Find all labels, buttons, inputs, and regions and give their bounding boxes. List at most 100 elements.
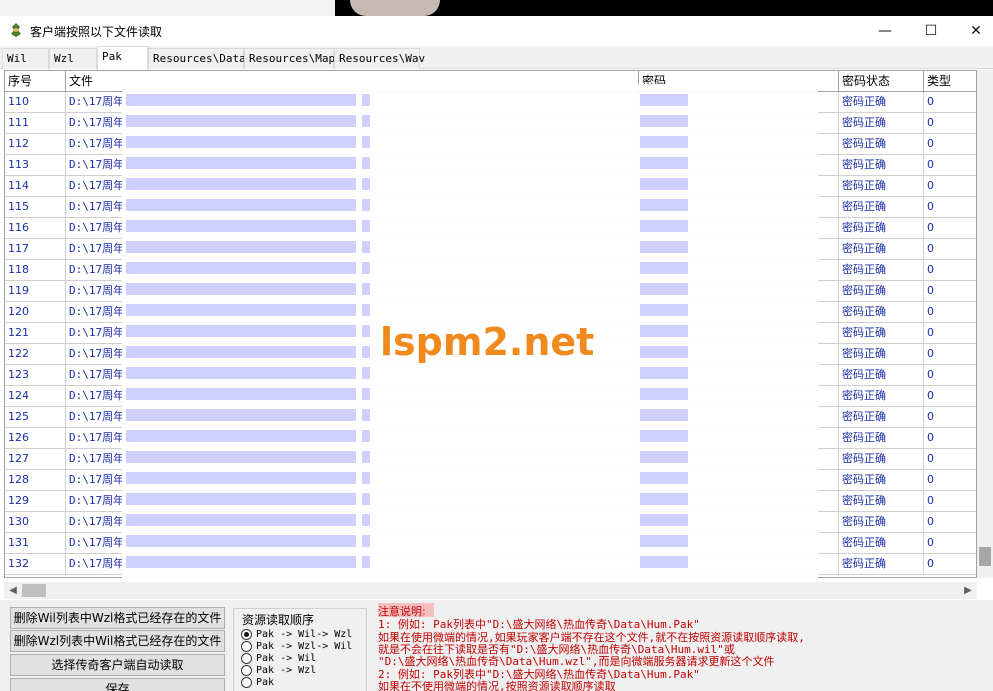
vertical-scroll-thumb[interactable] bbox=[979, 547, 991, 566]
row-password-status: 密码正确 bbox=[839, 155, 924, 175]
row-password-status: 密码正确 bbox=[839, 92, 924, 112]
radio-icon[interactable] bbox=[241, 652, 252, 664]
row-number: 123 bbox=[5, 365, 66, 385]
scroll-left-icon[interactable]: ◀ bbox=[5, 583, 21, 598]
row-number: 111 bbox=[5, 113, 66, 133]
redacted-block bbox=[126, 136, 356, 148]
row-type: 0 bbox=[924, 197, 976, 217]
redacted-block bbox=[362, 199, 370, 211]
redacted-block bbox=[640, 409, 688, 421]
row-number: 110 bbox=[5, 92, 66, 112]
delete-wil-duplicates-button[interactable]: 删除Wil列表中Wzl格式已经存在的文件 bbox=[10, 607, 225, 629]
maximize-button[interactable]: ☐ bbox=[908, 16, 954, 46]
redacted-block bbox=[362, 409, 370, 421]
row-type: 0 bbox=[924, 92, 976, 112]
row-number: 130 bbox=[5, 512, 66, 532]
tab-resources-wav[interactable]: Resources\Wav bbox=[334, 48, 425, 69]
column-header-type[interactable]: 类型 bbox=[924, 71, 976, 92]
desktop-background bbox=[0, 0, 993, 16]
tab-wil[interactable]: Wil bbox=[2, 48, 49, 69]
minimize-button[interactable]: — bbox=[862, 16, 908, 46]
row-type: 0 bbox=[924, 155, 976, 175]
redacted-block bbox=[362, 346, 370, 358]
row-number: 119 bbox=[5, 281, 66, 301]
redacted-block bbox=[362, 115, 370, 127]
close-button[interactable]: ✕ bbox=[953, 16, 993, 46]
auto-read-client-button[interactable]: 选择传奇客户端自动读取 bbox=[10, 654, 225, 676]
column-header-no[interactable]: 序号 bbox=[5, 71, 66, 92]
redacted-block bbox=[640, 157, 688, 169]
redacted-block bbox=[640, 493, 688, 505]
horizontal-scrollbar[interactable]: ◀ ▶ bbox=[4, 582, 977, 599]
row-number: 115 bbox=[5, 197, 66, 217]
row-type: 0 bbox=[924, 512, 976, 532]
redacted-block bbox=[362, 325, 370, 337]
redacted-block bbox=[640, 94, 688, 106]
column-header-status[interactable]: 密码状态 bbox=[839, 71, 924, 92]
redacted-block bbox=[362, 304, 370, 316]
window-title: 客户端按照以下文件读取 bbox=[30, 25, 163, 39]
redacted-block bbox=[126, 493, 356, 505]
save-button[interactable]: 保存 bbox=[10, 678, 225, 691]
redacted-block bbox=[126, 346, 356, 358]
redacted-block bbox=[126, 388, 356, 400]
row-type: 0 bbox=[924, 218, 976, 238]
tab-wzl[interactable]: Wzl bbox=[49, 48, 97, 69]
redacted-block bbox=[640, 367, 688, 379]
row-number: 132 bbox=[5, 554, 66, 574]
row-password-status: 密码正确 bbox=[839, 491, 924, 511]
row-type: 0 bbox=[924, 239, 976, 259]
row-password-status: 密码正确 bbox=[839, 302, 924, 322]
radio-icon[interactable] bbox=[241, 664, 252, 676]
row-number: 120 bbox=[5, 302, 66, 322]
redacted-block bbox=[362, 430, 370, 442]
tab-resources-map[interactable]: Resources\Map bbox=[244, 48, 335, 69]
read-order-option[interactable]: Pak bbox=[241, 676, 274, 688]
row-password-status: 密码正确 bbox=[839, 344, 924, 364]
redacted-block bbox=[126, 199, 356, 211]
title-bar: 客户端按照以下文件读取 — ☐ ✕ bbox=[0, 16, 993, 46]
row-type: 0 bbox=[924, 260, 976, 280]
row-number: 129 bbox=[5, 491, 66, 511]
row-type: 0 bbox=[924, 533, 976, 553]
read-order-option[interactable]: Pak -> Wzl-> Wil bbox=[241, 640, 352, 652]
redacted-block bbox=[126, 451, 356, 463]
read-order-option[interactable]: Pak -> Wil bbox=[241, 652, 316, 664]
row-password-status: 密码正确 bbox=[839, 197, 924, 217]
redacted-block bbox=[640, 514, 688, 526]
vertical-scrollbar[interactable] bbox=[977, 70, 993, 578]
redacted-block bbox=[126, 409, 356, 421]
row-password-status: 密码正确 bbox=[839, 218, 924, 238]
radio-icon[interactable] bbox=[241, 640, 252, 652]
redacted-block bbox=[362, 283, 370, 295]
redacted-block bbox=[640, 262, 688, 274]
redacted-block bbox=[640, 136, 688, 148]
read-order-option[interactable]: Pak -> Wil-> Wzl bbox=[241, 628, 352, 640]
row-password-status: 密码正确 bbox=[839, 533, 924, 553]
row-number: 131 bbox=[5, 533, 66, 553]
redacted-block bbox=[126, 262, 356, 274]
tab-pak[interactable]: Pak bbox=[97, 46, 148, 70]
horizontal-scroll-thumb[interactable] bbox=[22, 584, 46, 597]
redacted-block bbox=[362, 136, 370, 148]
redacted-block bbox=[640, 115, 688, 127]
redacted-block bbox=[362, 514, 370, 526]
note-line: 如果在不使用微端的情况,按照资源读取顺序读取 bbox=[378, 680, 616, 691]
redacted-block bbox=[640, 430, 688, 442]
radio-icon[interactable] bbox=[241, 676, 252, 688]
scroll-right-icon[interactable]: ▶ bbox=[960, 583, 976, 598]
redacted-block bbox=[362, 262, 370, 274]
redacted-block bbox=[640, 451, 688, 463]
delete-wzl-duplicates-button[interactable]: 删除Wzl列表中Wil格式已经存在的文件 bbox=[10, 630, 225, 652]
watermark: lspm2.net bbox=[380, 320, 595, 364]
row-type: 0 bbox=[924, 407, 976, 427]
row-type: 0 bbox=[924, 134, 976, 154]
row-type: 0 bbox=[924, 449, 976, 469]
redacted-block bbox=[126, 220, 356, 232]
radio-checked-icon[interactable] bbox=[241, 628, 252, 640]
tab-resources-data[interactable]: Resources\Data bbox=[148, 48, 246, 69]
row-password-status: 密码正确 bbox=[839, 470, 924, 490]
read-order-option[interactable]: Pak -> Wzl bbox=[241, 664, 316, 676]
redacted-block bbox=[362, 556, 370, 568]
row-number: 118 bbox=[5, 260, 66, 280]
